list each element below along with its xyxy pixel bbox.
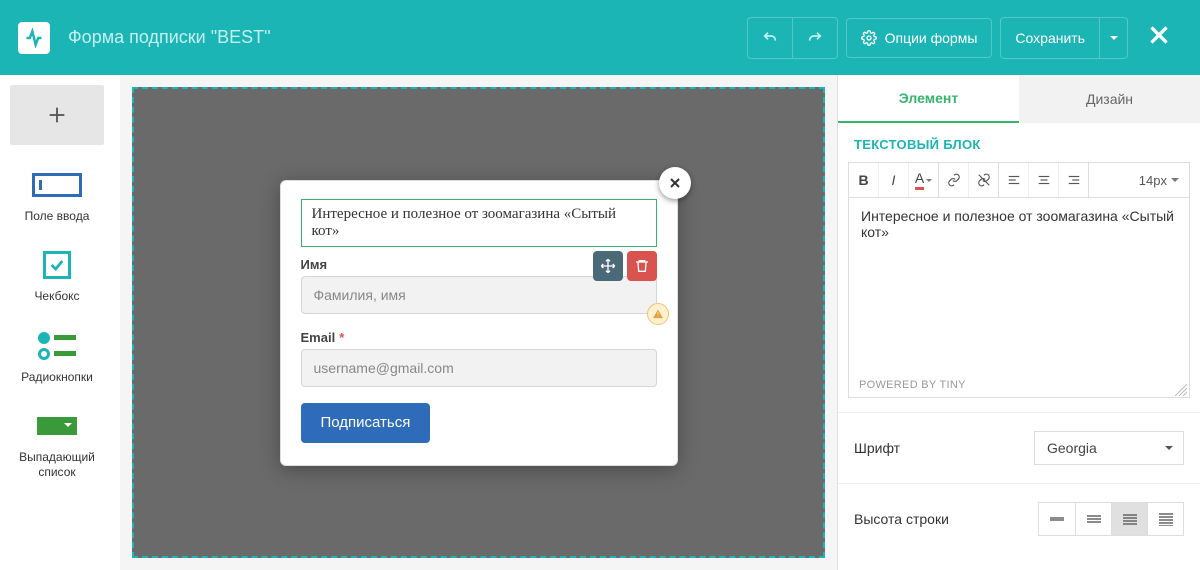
font-setting-row: Шрифт Georgia [838, 412, 1200, 483]
line-height-option-1[interactable] [1039, 503, 1075, 535]
sidebar-item-label: Поле ввода [25, 209, 90, 223]
caret-down-icon [1110, 36, 1118, 44]
form-canvas: Интересное и полезное от зоомагазина «Сы… [120, 75, 837, 570]
line-height-setting-row: Высота строки [838, 483, 1200, 554]
undo-redo-group [747, 17, 838, 59]
line-height-option-4[interactable] [1147, 503, 1183, 535]
save-button[interactable]: Сохранить [1001, 18, 1099, 58]
tab-design[interactable]: Дизайн [1019, 75, 1200, 123]
line-height-label: Высота строки [854, 511, 949, 527]
dropdown-icon [32, 410, 82, 442]
unlink-button[interactable] [969, 163, 999, 197]
editor-powered-by: POWERED BY TINY [859, 379, 966, 391]
italic-button[interactable]: I [879, 163, 909, 197]
input-field-icon [32, 169, 82, 201]
page-title: Форма подписки "BEST" [68, 27, 270, 48]
app-logo-icon [18, 22, 50, 54]
form-close-button[interactable] [659, 167, 691, 199]
sidebar-item-checkbox[interactable]: Чекбокс [10, 239, 104, 313]
properties-panel: Элемент Дизайн ТЕКСТОВЫЙ БЛОК B I A 14px… [837, 75, 1200, 570]
font-label: Шрифт [854, 440, 900, 456]
form-options-label: Опции формы [885, 30, 978, 46]
canvas-drop-area[interactable]: Интересное и полезное от зоомагазина «Сы… [132, 87, 825, 558]
sidebar-item-dropdown[interactable]: Выпадающий список [10, 400, 104, 489]
sidebar-item-label: Радиокнопки [21, 370, 93, 384]
editor-toolbar: B I A 14px [848, 162, 1190, 198]
tab-element[interactable]: Элемент [838, 75, 1019, 123]
font-select[interactable]: Georgia [1034, 431, 1184, 465]
form-popup: Интересное и полезное от зоомагазина «Сы… [280, 180, 678, 466]
section-title: ТЕКСТОВЫЙ БЛОК [838, 123, 1200, 162]
form-options-button[interactable]: Опции формы [846, 18, 993, 58]
email-input[interactable]: username@gmail.com [301, 349, 657, 387]
save-dropdown-button[interactable] [1099, 18, 1127, 58]
undo-button[interactable] [748, 18, 792, 58]
align-center-button[interactable] [1029, 163, 1059, 197]
line-height-group [1038, 502, 1184, 536]
radio-icon [32, 330, 82, 362]
caret-down-icon [1171, 178, 1179, 186]
app-header: Форма подписки "BEST" Опции формы Сохран… [0, 0, 1200, 75]
align-left-button[interactable] [999, 163, 1029, 197]
text-editor-area[interactable]: Интересное и полезное от зоомагазина «Сы… [848, 198, 1190, 398]
delete-field-button[interactable] [627, 251, 657, 281]
text-color-button[interactable]: A [909, 163, 939, 197]
sidebar-item-label: Выпадающий список [10, 450, 104, 479]
element-sidebar: Поле ввода Чекбокс Радиокнопки Выпадающи… [0, 75, 120, 570]
form-field-email: Email* username@gmail.com [301, 330, 657, 387]
resize-handle-icon[interactable] [1175, 383, 1187, 395]
sidebar-item-radio[interactable]: Радиокнопки [10, 320, 104, 394]
field-tools [593, 251, 657, 281]
line-height-option-3[interactable] [1111, 503, 1147, 535]
font-size-selector[interactable]: 14px [1129, 173, 1189, 188]
submit-button[interactable]: Подписаться [301, 403, 431, 443]
save-group: Сохранить [1000, 17, 1128, 59]
editor-content: Интересное и полезное от зоомагазина «Сы… [861, 208, 1174, 240]
add-element-button[interactable] [10, 85, 104, 145]
name-input[interactable]: Фамилия, имя [301, 276, 657, 314]
sidebar-item-input[interactable]: Поле ввода [10, 159, 104, 233]
checkbox-icon [32, 249, 82, 281]
bold-button[interactable]: B [849, 163, 879, 197]
form-field-name: Имя Фамилия, имя [301, 257, 657, 314]
warning-icon[interactable] [647, 303, 669, 325]
header-actions: Опции формы Сохранить [747, 17, 1182, 59]
caret-down-icon [926, 179, 932, 185]
panel-tabs: Элемент Дизайн [838, 75, 1200, 123]
close-editor-button[interactable] [1136, 22, 1182, 53]
caret-down-icon [1165, 446, 1173, 454]
line-height-option-2[interactable] [1075, 503, 1111, 535]
move-field-button[interactable] [593, 251, 623, 281]
link-button[interactable] [939, 163, 969, 197]
form-heading-block[interactable]: Интересное и полезное от зоомагазина «Сы… [301, 199, 657, 247]
redo-button[interactable] [792, 18, 837, 58]
align-right-button[interactable] [1059, 163, 1089, 197]
sidebar-item-label: Чекбокс [34, 289, 79, 303]
field-label-email: Email* [301, 330, 657, 345]
